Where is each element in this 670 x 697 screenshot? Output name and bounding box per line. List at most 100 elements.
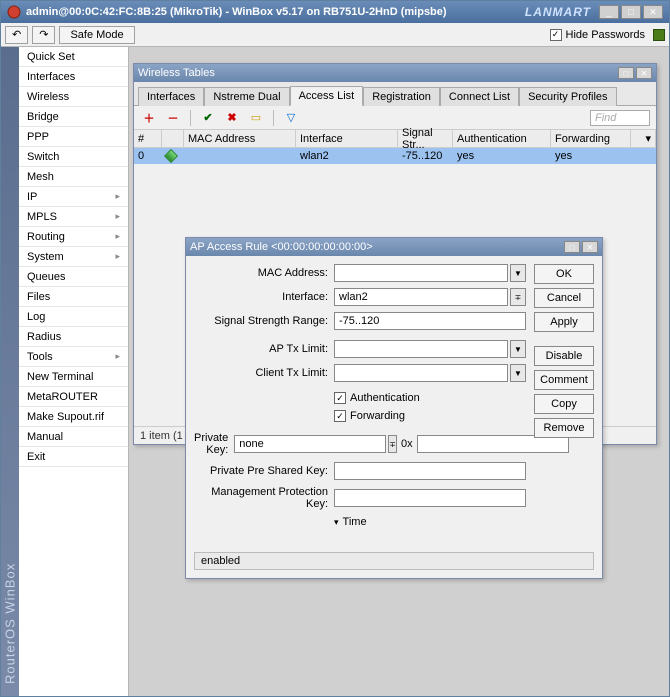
- menu-item-make-supout-rif[interactable]: Make Supout.rif: [19, 407, 128, 427]
- client-tx-input[interactable]: [334, 364, 508, 382]
- wireless-tables-title: Wireless Tables: [138, 67, 215, 79]
- column-header[interactable]: [162, 130, 184, 147]
- ap-tx-input[interactable]: [334, 340, 508, 358]
- wt-close-button[interactable]: ✕: [636, 67, 652, 79]
- menu-item-log[interactable]: Log: [19, 307, 128, 327]
- minimize-button[interactable]: _: [599, 5, 619, 19]
- menu-item-wireless[interactable]: Wireless: [19, 87, 128, 107]
- menu-item-bridge[interactable]: Bridge: [19, 107, 128, 127]
- menu-item-interfaces[interactable]: Interfaces: [19, 67, 128, 87]
- column-header[interactable]: Interface: [296, 130, 398, 147]
- hide-passwords-label: Hide Passwords: [566, 29, 645, 41]
- ap-close-button[interactable]: ✕: [582, 241, 598, 253]
- column-header[interactable]: #: [134, 130, 162, 147]
- column-header[interactable]: Forwarding: [551, 130, 631, 147]
- forwarding-checkbox[interactable]: ✓Forwarding: [334, 410, 405, 422]
- menu-item-queues[interactable]: Queues: [19, 267, 128, 287]
- grid-body: 0wlan2-75..120yesyes: [134, 148, 656, 164]
- signal-range-input[interactable]: [334, 312, 526, 330]
- interface-input[interactable]: [334, 288, 508, 306]
- app-icon: [7, 5, 21, 19]
- side-brand-label: RouterOS WinBox: [1, 47, 19, 696]
- tab-connect-list[interactable]: Connect List: [440, 87, 519, 106]
- menu-item-switch[interactable]: Switch: [19, 147, 128, 167]
- table-row[interactable]: 0wlan2-75..120yesyes: [134, 148, 656, 164]
- table-cell: [162, 148, 184, 164]
- find-input[interactable]: Find: [590, 110, 650, 126]
- menu-item-ppp[interactable]: PPP: [19, 127, 128, 147]
- menu-item-quick-set[interactable]: Quick Set: [19, 47, 128, 67]
- ap-rule-status: enabled: [194, 552, 594, 570]
- redo-button[interactable]: ↷: [32, 26, 55, 44]
- tab-access-list[interactable]: Access List: [290, 86, 364, 106]
- remove-icon[interactable]: －: [164, 109, 182, 127]
- column-header[interactable]: MAC Address: [184, 130, 296, 147]
- close-button[interactable]: ✕: [643, 5, 663, 19]
- disable-icon[interactable]: ✖: [223, 109, 241, 127]
- apply-button[interactable]: Apply: [534, 312, 594, 332]
- mac-address-input[interactable]: [334, 264, 508, 282]
- disable-button[interactable]: Disable: [534, 346, 594, 366]
- client-tx-dropdown-icon[interactable]: ▼: [510, 364, 526, 382]
- cancel-button[interactable]: Cancel: [534, 288, 594, 308]
- comment-button[interactable]: Comment: [534, 370, 594, 390]
- remove-button[interactable]: Remove: [534, 418, 594, 438]
- signal-range-label: Signal Strength Range:: [194, 315, 334, 327]
- wt-maximize-button[interactable]: □: [618, 67, 634, 79]
- undo-button[interactable]: ↶: [5, 26, 28, 44]
- column-header[interactable]: Signal Str...: [398, 130, 453, 147]
- table-cell: yes: [551, 148, 631, 164]
- mac-dropdown-icon[interactable]: ▼: [510, 264, 526, 282]
- window-title: admin@00:0C:42:FC:8B:25 (MikroTik) - Win…: [26, 6, 525, 18]
- menu-item-exit[interactable]: Exit: [19, 447, 128, 467]
- private-key-label: Private Key:: [194, 432, 234, 456]
- filter-icon[interactable]: ▽: [282, 109, 300, 127]
- status-led-icon: [653, 29, 665, 41]
- table-cell: wlan2: [296, 148, 398, 164]
- tab-interfaces[interactable]: Interfaces: [138, 87, 204, 106]
- titlebar: admin@00:0C:42:FC:8B:25 (MikroTik) - Win…: [1, 1, 669, 23]
- authentication-checkbox[interactable]: ✓Authentication: [334, 392, 420, 404]
- column-header[interactable]: Authentication: [453, 130, 551, 147]
- menu-item-routing[interactable]: Routing: [19, 227, 128, 247]
- menu-item-mesh[interactable]: Mesh: [19, 167, 128, 187]
- ppsk-input[interactable]: [334, 462, 526, 480]
- ok-button[interactable]: OK: [534, 264, 594, 284]
- private-key-dropdown-icon[interactable]: ∓: [388, 435, 397, 453]
- wireless-tables-titlebar[interactable]: Wireless Tables □ ✕: [134, 64, 656, 82]
- wireless-tables-tabs: InterfacesNstreme DualAccess ListRegistr…: [134, 82, 656, 106]
- menu-item-mpls[interactable]: MPLS: [19, 207, 128, 227]
- mac-label: MAC Address:: [194, 267, 334, 279]
- main-toolbar: ↶ ↷ Safe Mode ✓ Hide Passwords: [1, 23, 669, 47]
- client-tx-label: Client Tx Limit:: [194, 367, 334, 379]
- private-key-select[interactable]: [234, 435, 386, 453]
- ap-rule-titlebar[interactable]: AP Access Rule <00:00:00:00:00:00> □ ✕: [186, 238, 602, 256]
- hide-passwords-checkbox[interactable]: ✓ Hide Passwords: [550, 29, 645, 41]
- menu-item-ip[interactable]: IP: [19, 187, 128, 207]
- tab-registration[interactable]: Registration: [363, 87, 440, 106]
- ppsk-label: Private Pre Shared Key:: [194, 465, 334, 477]
- maximize-button[interactable]: □: [621, 5, 641, 19]
- menu-item-radius[interactable]: Radius: [19, 327, 128, 347]
- add-icon[interactable]: ＋: [140, 109, 158, 127]
- copy-button[interactable]: Copy: [534, 394, 594, 414]
- ap-maximize-button[interactable]: □: [564, 241, 580, 253]
- ap-tx-dropdown-icon[interactable]: ▼: [510, 340, 526, 358]
- tab-nstreme-dual[interactable]: Nstreme Dual: [204, 87, 289, 106]
- enable-icon[interactable]: ✔: [199, 109, 217, 127]
- column-menu-icon[interactable]: ▾: [631, 130, 656, 147]
- menu-item-metarouter[interactable]: MetaROUTER: [19, 387, 128, 407]
- menu-item-tools[interactable]: Tools: [19, 347, 128, 367]
- ap-tx-label: AP Tx Limit:: [194, 343, 334, 355]
- menu-item-system[interactable]: System: [19, 247, 128, 267]
- menu-item-files[interactable]: Files: [19, 287, 128, 307]
- safe-mode-button[interactable]: Safe Mode: [59, 26, 134, 44]
- menu-item-manual[interactable]: Manual: [19, 427, 128, 447]
- time-section-toggle[interactable]: Time: [334, 516, 367, 528]
- table-cell: -75..120: [398, 148, 453, 164]
- comment-icon[interactable]: ▭: [247, 109, 265, 127]
- interface-dropdown-icon[interactable]: ∓: [510, 288, 526, 306]
- mpk-input[interactable]: [334, 489, 526, 507]
- menu-item-new-terminal[interactable]: New Terminal: [19, 367, 128, 387]
- tab-security-profiles[interactable]: Security Profiles: [519, 87, 616, 106]
